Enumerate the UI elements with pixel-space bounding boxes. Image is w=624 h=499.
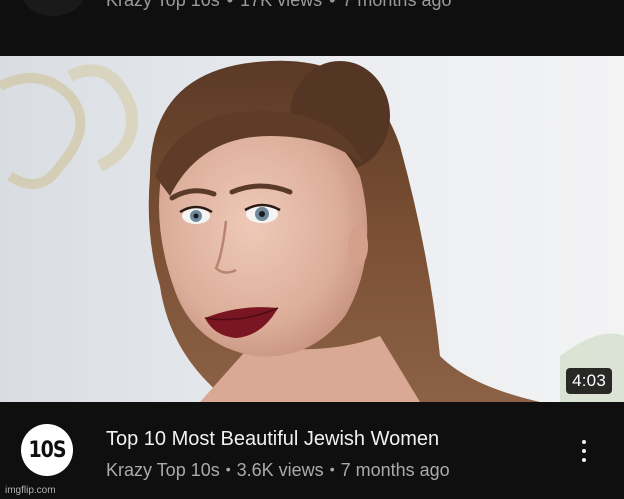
video-title[interactable]: Top 10 Most Beautiful Jewish Women (106, 428, 439, 451)
more-dot (582, 449, 586, 453)
meta-separator: • (329, 0, 336, 10)
watermark: imgflip.com (5, 485, 56, 496)
meta-separator: • (225, 461, 231, 477)
previous-video-meta: Krazy Top 10s • 17K views • 7 months ago (106, 0, 451, 11)
upload-age: 7 months ago (340, 460, 450, 480)
video-duration-badge: 4:03 (566, 368, 612, 394)
video-sub-meta: Krazy Top 10s • 3.6K views • 7 months ago (106, 460, 450, 481)
previous-view-count: 17K views (240, 0, 323, 10)
thumbnail-image (0, 56, 624, 402)
view-count: 3.6K views (236, 460, 324, 480)
previous-video-meta-row: Krazy Top 10s • 17K views • 7 months ago (0, 0, 624, 56)
more-vert-icon[interactable] (572, 432, 596, 470)
previous-upload-age: 7 months ago (342, 0, 452, 10)
previous-channel-name: Krazy Top 10s (106, 0, 220, 10)
previous-channel-avatar[interactable] (22, 0, 84, 16)
channel-avatar[interactable]: 10S (21, 424, 73, 476)
more-dot (582, 458, 586, 462)
meta-separator: • (329, 461, 335, 477)
video-thumbnail[interactable]: 4:03 (0, 56, 624, 402)
channel-name[interactable]: Krazy Top 10s (106, 460, 220, 480)
more-dot (582, 440, 586, 444)
channel-avatar-logo: 10S (28, 437, 66, 463)
video-meta-row: 10S Top 10 Most Beautiful Jewish Women K… (0, 402, 624, 499)
meta-separator: • (226, 0, 234, 10)
